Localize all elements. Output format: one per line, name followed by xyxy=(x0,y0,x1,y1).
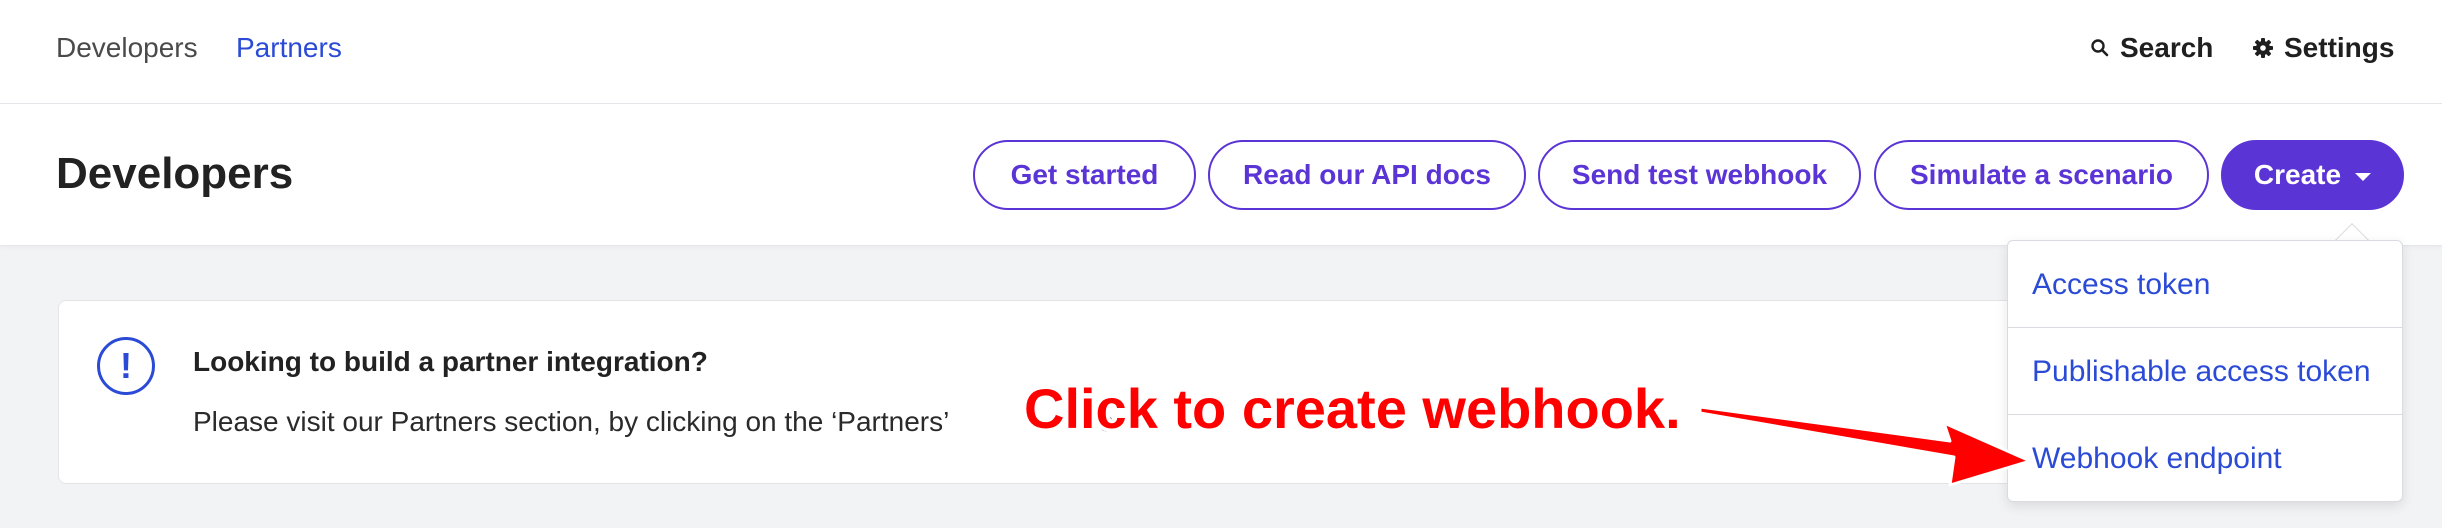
banner-title: Looking to build a partner integration? xyxy=(193,346,708,377)
search-label: Search xyxy=(2120,32,2214,63)
settings-label: Settings xyxy=(2284,32,2395,63)
create-label: Create xyxy=(2253,159,2342,190)
create-button[interactable]: Create xyxy=(2221,140,2404,210)
search-icon xyxy=(2091,39,2109,57)
settings-button[interactable]: Settings xyxy=(2252,30,2394,66)
menu-item-access-token[interactable]: Access token xyxy=(2008,241,2402,328)
menu-item-publishable-access-token[interactable]: Publishable access token xyxy=(2008,328,2402,415)
send-test-webhook-button[interactable]: Send test webhook xyxy=(1538,140,1861,210)
info-icon: ! xyxy=(97,337,155,395)
annotation-callout: Click to create webhook. xyxy=(1024,377,1681,440)
chevron-down-icon xyxy=(2355,173,2372,181)
banner-body-text: Please visit our Partners section, by cl… xyxy=(193,406,950,437)
nav-link-partners[interactable]: Partners xyxy=(236,30,342,66)
page-header: Developers Get started Read our API docs… xyxy=(0,104,2442,246)
top-navigation: Developers Partners Search Settings xyxy=(0,0,2442,104)
nav-link-developers[interactable]: Developers xyxy=(56,30,198,66)
menu-item-webhook-endpoint[interactable]: Webhook endpoint xyxy=(2008,415,2402,502)
page-title: Developers xyxy=(56,149,294,198)
api-docs-button[interactable]: Read our API docs xyxy=(1208,140,1526,210)
simulate-scenario-button[interactable]: Simulate a scenario xyxy=(1874,140,2209,210)
banner-body: Please visit our Partners section, by cl… xyxy=(193,405,1113,439)
gear-icon xyxy=(2253,38,2273,58)
search-button[interactable]: Search xyxy=(2090,30,2213,66)
get-started-button[interactable]: Get started xyxy=(973,140,1196,210)
create-dropdown-menu: Access token Publishable access token We… xyxy=(2007,240,2403,502)
annotation-arrow-icon xyxy=(1700,405,2032,487)
